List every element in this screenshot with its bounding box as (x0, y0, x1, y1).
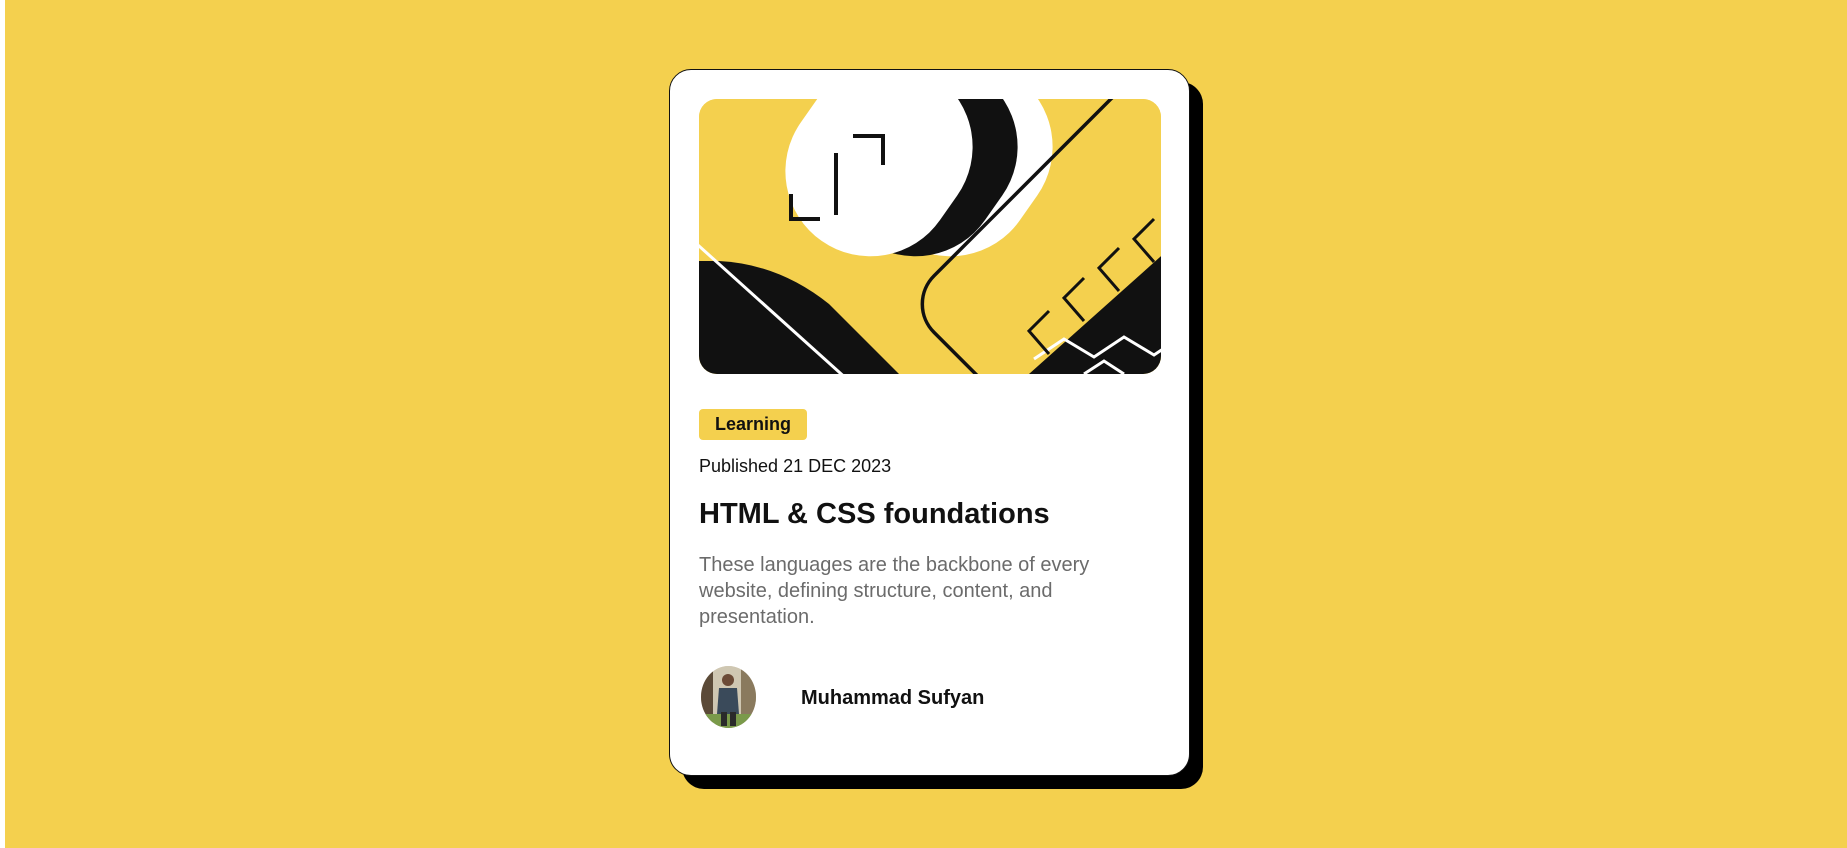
author-avatar (701, 666, 756, 728)
card-title[interactable]: HTML & CSS foundations (699, 496, 1050, 532)
published-date: 21 DEC 2023 (783, 456, 892, 476)
category-tag: Learning (699, 409, 808, 440)
blog-preview-card: Learning Published 21 DEC 2023 HTML & CSS… (669, 69, 1190, 776)
published-label: Published (699, 456, 779, 476)
author-name: Muhammad Sufyan (801, 687, 985, 709)
card-description: These languages are the backbone of ever… (699, 554, 1090, 628)
published-info: Published 21 DEC 2023 (699, 455, 891, 477)
hero-illustration (699, 99, 1161, 374)
author-info: Muhammad Sufyan (699, 666, 1159, 728)
